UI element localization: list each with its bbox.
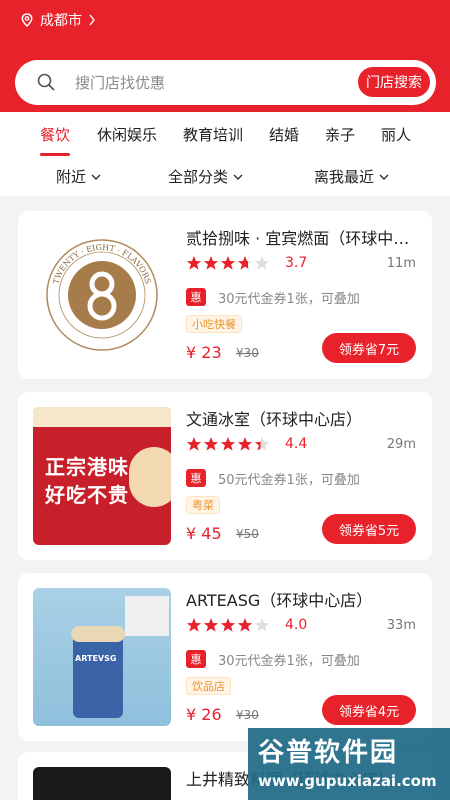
tab-leisure[interactable]: 休闲娱乐 (97, 124, 157, 145)
claim-coupon-button[interactable]: 领券省5元 (322, 514, 416, 544)
tab-parenting[interactable]: 亲子 (325, 124, 355, 145)
cup-brand-text: ARTEVSG (75, 654, 117, 663)
star-rating (186, 255, 271, 271)
deal-price: ¥ 26 (186, 705, 222, 724)
category-tag: 饮品店 (186, 677, 231, 695)
distance: 29m (386, 437, 416, 452)
tab-beauty[interactable]: 丽人 (381, 124, 411, 145)
deal-price: ¥ 23 (186, 343, 222, 362)
claim-coupon-button[interactable]: 领券省7元 (322, 333, 416, 363)
star-icon (203, 618, 219, 632)
voucher-info: 50元代金券1张，可叠加 (218, 473, 360, 488)
star-icon (220, 618, 236, 632)
category-tabs: 餐饮 休闲娱乐 教育培训 结婚 亲子 丽人 (0, 112, 450, 160)
distance: 11m (386, 256, 416, 271)
location-pin-icon (21, 13, 33, 27)
star-icon (220, 437, 236, 451)
city-selector[interactable]: 成都市 (20, 10, 96, 30)
star-icon (237, 618, 253, 632)
category-tag: 粤菜 (186, 496, 220, 514)
star-icon (254, 437, 270, 451)
voucher-info: 30元代金券1张，可叠加 (218, 292, 360, 307)
rating-score: 4.0 (285, 617, 308, 633)
chevron-right-icon (89, 14, 95, 26)
filter-sort[interactable]: 离我最近 (314, 166, 389, 187)
filter-category[interactable]: 全部分类 (168, 166, 243, 187)
original-price: ¥30 (236, 346, 259, 360)
search-bar[interactable]: 搜门店找优惠 门店搜索 (15, 60, 436, 105)
store-search-button[interactable]: 门店搜索 (357, 66, 431, 98)
store-card[interactable]: 正宗港味 好吃不贵 文通冰室（环球中心店） 4.4 29m 惠 50元代金券1张… (18, 392, 432, 560)
store-card[interactable]: TWENTY · EIGHT · FLAVORS 贰拾捌味 · 宜宾燃面（环球中… (18, 211, 432, 379)
distance: 33m (386, 618, 416, 633)
star-icon (186, 256, 202, 270)
discount-badge: 惠 (186, 288, 206, 306)
search-icon (37, 73, 55, 91)
star-rating (186, 617, 271, 633)
star-icon (254, 618, 270, 632)
filter-bar: 附近 全部分类 离我最近 (0, 160, 450, 196)
search-placeholder[interactable]: 搜门店找优惠 (75, 72, 165, 93)
site-watermark: 谷普软件园 www.gupuxiazai.com (248, 728, 450, 800)
original-price: ¥30 (236, 708, 259, 722)
store-logo-image: TWENTY · EIGHT · FLAVORS (33, 226, 171, 364)
star-icon (254, 256, 270, 270)
store-name: ARTEASG（环球中心店） (186, 591, 373, 610)
store-drink-image: ARTEVSG (33, 588, 171, 726)
store-card[interactable]: ARTEVSG ARTEASG（环球中心店） 4.0 33m 惠 30元代金券1… (18, 573, 432, 741)
chevron-down-icon (91, 174, 101, 180)
chevron-down-icon (379, 174, 389, 180)
star-icon (203, 256, 219, 270)
store-food-image (33, 767, 171, 800)
filter-category-label: 全部分类 (168, 168, 229, 186)
filter-nearby[interactable]: 附近 (56, 166, 101, 187)
rating-score: 4.4 (285, 436, 308, 452)
star-icon (203, 437, 219, 451)
deal-price: ¥ 45 (186, 524, 222, 543)
discount-badge: 惠 (186, 469, 206, 487)
city-label: 成都市 (40, 13, 82, 29)
star-icon (186, 618, 202, 632)
star-rating (186, 436, 271, 452)
store-poster-image: 正宗港味 好吃不贵 (33, 407, 171, 545)
star-icon (237, 256, 253, 270)
watermark-url: www.gupuxiazai.com (258, 772, 437, 790)
poster-slogan-2: 好吃不贵 (45, 483, 129, 507)
original-price: ¥50 (236, 527, 259, 541)
category-tag: 小吃快餐 (186, 315, 242, 333)
tab-education[interactable]: 教育培训 (183, 124, 243, 145)
top-header: 成都市 搜门店找优惠 门店搜索 (0, 0, 450, 112)
store-name: 文通冰室（环球中心店） (186, 410, 363, 429)
flavors-logo: TWENTY · EIGHT · FLAVORS (46, 239, 158, 351)
chevron-down-icon (233, 174, 243, 180)
discount-badge: 惠 (186, 650, 206, 668)
watermark-title: 谷普软件园 (258, 738, 399, 768)
star-icon (186, 437, 202, 451)
filter-sort-label: 离我最近 (314, 168, 375, 186)
filter-nearby-label: 附近 (56, 168, 87, 186)
active-tab-indicator (40, 153, 70, 156)
rating-score: 3.7 (285, 255, 308, 271)
star-icon (220, 256, 236, 270)
tab-wedding[interactable]: 结婚 (269, 124, 299, 145)
claim-coupon-button[interactable]: 领券省4元 (322, 695, 416, 725)
poster-slogan-1: 正宗港味 (45, 455, 129, 479)
store-name: 贰拾捌味 · 宜宾燃面（环球中心店） (186, 229, 421, 248)
star-icon (237, 437, 253, 451)
voucher-info: 30元代金券1张，可叠加 (218, 654, 360, 669)
tab-dining[interactable]: 餐饮 (40, 124, 70, 145)
